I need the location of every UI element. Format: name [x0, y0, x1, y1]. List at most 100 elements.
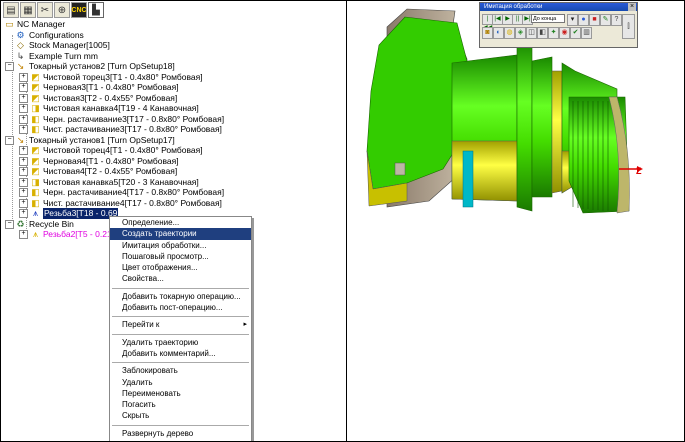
expand-icon[interactable]: + [19, 104, 28, 113]
tree-root[interactable]: ▭ NC Manager [1, 19, 346, 30]
tree-operation[interactable]: + ◨ Чистовая канавка5[T20 - 3 Канавочная] [1, 177, 346, 188]
context-menu-item[interactable]: Создать траектории [110, 228, 251, 240]
context-menu-item[interactable]: Скрыть [110, 410, 251, 421]
context-menu-item-label: Свойства... [122, 274, 164, 284]
context-menu-item[interactable]: Удалить [110, 377, 251, 388]
tree-operation[interactable]: + ◩ Черновая4[T1 - 0.4x80° Ромбовая] [1, 156, 346, 167]
nc-tree: ▭ NC Manager ⚙ Configurations ◇ Stock Ma… [1, 19, 346, 240]
body-yellow-lower [451, 140, 518, 202]
context-menu-item[interactable]: Пошаговый просмотр... [110, 251, 251, 262]
context-menu-item[interactable]: Перейти к ▸ [110, 319, 251, 330]
context-menu-item[interactable]: Добавить пост-операцию... [110, 302, 251, 313]
section-icon[interactable]: ◫ [526, 27, 537, 39]
compare-icon[interactable]: ◧ [537, 27, 548, 39]
turn-icon[interactable]: ▙ [88, 2, 104, 18]
tools-icon[interactable]: ✂ [37, 2, 53, 18]
context-menu-item[interactable]: Определение... [110, 217, 251, 228]
boring-operation-icon: ◧ [31, 124, 40, 134]
collapse-icon[interactable]: − [5, 62, 14, 71]
tree-operation[interactable]: + ◩ Черновая3[T1 - 0.4x80° Ромбовая] [1, 82, 346, 93]
close-icon[interactable]: × [628, 3, 636, 11]
tree-root-label: NC Manager [17, 19, 66, 29]
properties-icon[interactable]: ▦ [20, 2, 36, 18]
context-menu-item-label: Создать траектории [122, 229, 197, 239]
expand-icon[interactable]: + [19, 177, 28, 187]
context-menu-item[interactable]: Развернуть дерево [110, 428, 251, 439]
part-view-icon[interactable]: ◈ [515, 27, 526, 39]
context-menu-item[interactable]: Удалить траекторию [110, 337, 251, 348]
boring-operation-icon: ◧ [31, 197, 40, 208]
thread-operation-icon: ⩚ [32, 208, 39, 218]
expand-icon[interactable]: + [19, 72, 28, 82]
nc-manager-icon[interactable]: ▤ [3, 2, 19, 18]
tree-operation[interactable]: + ◧ Чист. растачивание3[T17 - 0.8x80° Ромб… [1, 124, 346, 135]
origin-icon[interactable]: ⊕ [54, 2, 70, 18]
z-axis-label: Z [636, 166, 642, 176]
operation-icon: ◩ [31, 145, 40, 155]
collapse-icon[interactable]: − [5, 219, 14, 229]
expand-icon[interactable]: + [19, 146, 28, 155]
expand-icon[interactable]: + [19, 114, 28, 124]
expand-icon[interactable]: + [19, 156, 28, 166]
expand-icon[interactable]: + [19, 188, 28, 197]
stock-view-icon[interactable]: ◙ [482, 27, 493, 39]
context-menu-item[interactable]: Переименовать [110, 388, 251, 399]
tree-configurations[interactable]: ⚙ Configurations [1, 30, 346, 41]
tree-operation[interactable]: + ◩ Чистовой торец4[T1 - 0.4x80° Ромбовая] [1, 145, 346, 156]
shade-icon[interactable]: ◐ [493, 27, 504, 39]
tree-example[interactable]: ↳ Example Turn mm [1, 51, 346, 62]
operation-label: Чистовая4[T2 - 0.4x55° Ромбовая] [43, 166, 178, 176]
expand-icon[interactable]: + [19, 83, 28, 92]
operation-icon: ◩ [31, 166, 40, 176]
expand-icon[interactable]: + [19, 198, 28, 208]
tool-icon[interactable]: ✎ [600, 14, 611, 26]
tree-operation[interactable]: + ◩ Чистовой торец3[T1 - 0.4x80° Ромбовая] [1, 72, 346, 83]
expand-icon[interactable]: + [19, 209, 28, 218]
cnc-icon[interactable]: CNC [71, 2, 87, 18]
simulation-mode-select[interactable]: До конца [531, 14, 565, 23]
context-menu-item[interactable]: Цвет отображения... [110, 262, 251, 273]
context-menu-item[interactable]: Добавить токарную операцию... [110, 291, 251, 302]
context-menu-item[interactable]: Заблокировать [110, 365, 251, 376]
expand-icon[interactable]: + [19, 230, 28, 239]
context-menu-item[interactable]: Добавить комментарий... [110, 348, 251, 359]
speed-slider-icon[interactable]: ⫿ [622, 14, 635, 39]
record-icon[interactable]: ◉ [559, 27, 570, 39]
tree-operation[interactable]: + ◨ Чистовая канавка4[T19 - 4 Канавочная] [1, 103, 346, 114]
tree-setup1[interactable]: − ↘ Токарный установ1 [Turn OpSetup17] [1, 135, 346, 146]
example-label: Example Turn mm [29, 50, 98, 61]
operation-label: Чист. растачивание4[T17 - 0.8x80° Ромбов… [43, 197, 222, 208]
tool-path-icon[interactable]: ✦ [548, 27, 559, 39]
check-icon[interactable]: ✔ [570, 27, 581, 39]
collapse-icon[interactable]: − [5, 135, 14, 145]
part-model [366, 8, 643, 214]
simulation-toolbar: Имитация обработки × |◀◀ |◀ ▶ || ▶| До к… [479, 2, 638, 48]
context-menu-item[interactable]: Погасить [110, 399, 251, 410]
tree-operation[interactable]: + ◧ Черн. растачивание3[T17 - 0.8x80° Ромб… [1, 114, 346, 125]
expand-icon[interactable]: + [19, 93, 28, 103]
context-menu-item[interactable]: Свойства... [110, 273, 251, 284]
settings-icon[interactable]: ▥ [581, 27, 592, 39]
expand-icon[interactable]: + [19, 125, 28, 134]
tree-operation[interactable]: + ◩ Чистовая3[T2 - 0.4x55° Ромбовая] [1, 93, 346, 104]
expand-icon[interactable]: + [19, 167, 28, 176]
color-icon[interactable]: ◍ [504, 27, 515, 39]
operation-label: Чистовая3[T2 - 0.4x55° Ромбовая] [43, 92, 178, 103]
recycled-operation-label: Резьба2[T5 - 0.21x [43, 229, 116, 239]
tree-stock-manager[interactable]: ◇ Stock Manager[1005] [1, 40, 346, 51]
operation-label: Чистовой торец4[T1 - 0.4x80° Ромбовая] [43, 145, 203, 155]
boring-operation-icon: ◧ [31, 113, 40, 124]
help-icon[interactable]: ? [611, 14, 622, 26]
dropdown-arrow-icon[interactable]: ▾ [567, 14, 578, 26]
tree-operation[interactable]: + ◧ Черн. растачивание4[T17 - 0.8x80° Ромб… [1, 187, 346, 198]
context-menu-item[interactable]: Имитация обработки... [110, 240, 251, 251]
operation-label: Чист. растачивание3[T17 - 0.8x80° Ромбов… [43, 124, 222, 134]
viewport-3d[interactable]: Z Имитация обработки × |◀◀ |◀ ▶ || ▶| До… [347, 1, 684, 441]
stop-icon[interactable]: ■ [589, 14, 600, 26]
tree-setup2[interactable]: − ↘ Токарный установ2 [Turn OpSetup18] [1, 61, 346, 72]
tree-operation[interactable]: + ◧ Чист. растачивание4[T17 - 0.8x80° Ромб… [1, 198, 346, 209]
operation-label: Черн. растачивание3[T17 - 0.8x80° Ромбов… [43, 113, 225, 124]
tree-operation[interactable]: + ◩ Чистовая4[T2 - 0.4x55° Ромбовая] [1, 166, 346, 177]
stock-manager-label: Stock Manager[1005] [29, 40, 110, 50]
sphere-icon[interactable]: ● [578, 14, 589, 26]
